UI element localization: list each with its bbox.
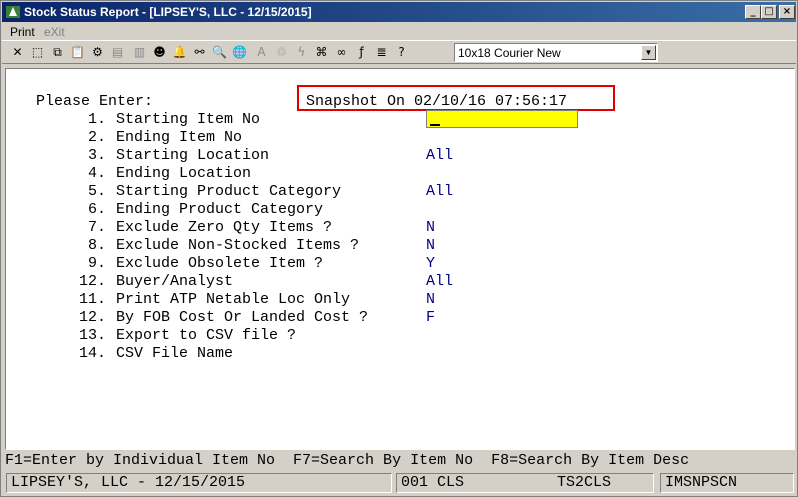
- function-key-hints: F1=Enter by Individual Item No F7=Search…: [5, 452, 690, 469]
- terminal-screen[interactable]: Please Enter: Snapshot On 02/10/16 07:56…: [5, 68, 795, 450]
- status-bar: LIPSEY'S, LLC - 12/15/2015 001 CLS TS2CLS…: [2, 471, 796, 495]
- magnifier-icon[interactable]: 🔍: [210, 43, 229, 62]
- text-cursor: [430, 124, 440, 126]
- form-line-label: Exclude Zero Qty Items ?: [116, 219, 333, 236]
- status-code: 001 CLS: [401, 474, 465, 491]
- form-line-number: 11.: [78, 291, 106, 308]
- bell-icon[interactable]: 🔔: [170, 43, 189, 62]
- help-icon[interactable]: ?: [392, 43, 411, 62]
- form-line-value[interactable]: F: [426, 309, 435, 327]
- form-line-number: 6.: [87, 201, 106, 218]
- form-line-number: 12.: [78, 273, 106, 290]
- paste-icon[interactable]: 📋: [68, 43, 87, 62]
- form-line-number: 3.: [87, 147, 106, 164]
- list-icon[interactable]: ≣: [372, 43, 391, 62]
- form-line-number: 1.: [87, 111, 106, 128]
- form-line-label: Exclude Non-Stocked Items ?: [116, 237, 360, 254]
- close-button[interactable]: ×: [779, 5, 795, 19]
- document-icon[interactable]: ▥: [130, 43, 149, 62]
- form-line-label: Buyer/Analyst: [116, 273, 234, 290]
- select-icon[interactable]: ⬚: [28, 43, 47, 62]
- font-select-value: 10x18 Courier New: [458, 46, 561, 60]
- menu-bar: Print eXit: [2, 23, 796, 41]
- window-title: Stock Status Report - [LIPSEY'S, LLC - 1…: [24, 5, 312, 19]
- globe-icon[interactable]: 🌐: [230, 43, 249, 62]
- form-line-label: Ending Product Category: [116, 201, 324, 218]
- form-line-number: 14.: [78, 345, 106, 362]
- form-line-label: Print ATP Netable Loc Only: [116, 291, 351, 308]
- form-line-number: 7.: [87, 219, 106, 236]
- font-icon[interactable]: A: [252, 43, 271, 62]
- form-line-value[interactable]: Y: [426, 255, 435, 273]
- form-line-value[interactable]: All: [426, 273, 453, 291]
- close-x-icon[interactable]: ✕: [8, 43, 27, 62]
- form-line-label: CSV File Name: [116, 345, 234, 362]
- user-icon[interactable]: ☻: [150, 43, 169, 62]
- form-line-number: 4.: [87, 165, 106, 182]
- form-line-label: Starting Item No: [116, 111, 261, 128]
- settings-icon[interactable]: ⚙: [88, 43, 107, 62]
- snapshot-text: Snapshot On 02/10/16 07:56:17: [306, 93, 568, 110]
- link-icon[interactable]: ∞: [332, 43, 351, 62]
- starting-item-input[interactable]: [426, 110, 578, 128]
- form-line-label: Exclude Obsolete Item ?: [116, 255, 324, 272]
- form-line-number: 13.: [78, 327, 106, 344]
- form-line-number: 9.: [87, 255, 106, 272]
- copy-icon[interactable]: ⧉: [48, 43, 67, 62]
- status-code-server: 001 CLS TS2CLS: [396, 473, 654, 493]
- status-server: TS2CLS: [557, 474, 612, 491]
- chevron-down-icon[interactable]: ▼: [641, 45, 656, 60]
- form-line-value[interactable]: N: [426, 291, 435, 309]
- form-line-value[interactable]: N: [426, 219, 435, 237]
- status-company: LIPSEY'S, LLC - 12/15/2015: [6, 473, 392, 493]
- properties-icon[interactable]: ▤: [108, 43, 127, 62]
- app-icon: [6, 6, 20, 18]
- form-line-value[interactable]: N: [426, 237, 435, 255]
- app-window: Stock Status Report - [LIPSEY'S, LLC - 1…: [0, 0, 798, 497]
- form-line-label: By FOB Cost Or Landed Cost ?: [116, 309, 369, 326]
- form-line-label: Starting Product Category: [116, 183, 342, 200]
- title-bar[interactable]: Stock Status Report - [LIPSEY'S, LLC - 1…: [2, 2, 796, 22]
- lightning-icon[interactable]: ϟ: [292, 43, 311, 62]
- form-line-number: 12.: [78, 309, 106, 326]
- form-line-label: Ending Item No: [116, 129, 243, 146]
- menu-exit[interactable]: eXit: [44, 25, 65, 39]
- recycle-icon[interactable]: ♲: [272, 43, 291, 62]
- status-program: IMSNPSCN: [660, 473, 794, 493]
- maximize-button[interactable]: □: [761, 5, 777, 19]
- form-line-value[interactable]: All: [426, 147, 453, 165]
- form-line-label: Ending Location: [116, 165, 252, 182]
- form-line-number: 5.: [87, 183, 106, 200]
- form-line-value[interactable]: All: [426, 183, 453, 201]
- menu-print[interactable]: Print: [10, 25, 35, 39]
- macro-icon[interactable]: ⌘: [312, 43, 331, 62]
- function-icon[interactable]: ƒ: [352, 43, 371, 62]
- font-select[interactable]: 10x18 Courier New ▼: [454, 43, 658, 62]
- form-line-label: Export to CSV file ?: [116, 327, 297, 344]
- toolbar: ✕ ⬚ ⧉ 📋 ⚙ ▤ ▥ ☻ 🔔 ⚯ 🔍 🌐 A ♲ ϟ ⌘ ∞ ƒ ≣ ? …: [2, 40, 796, 64]
- form-heading: Please Enter:: [36, 93, 154, 110]
- binoculars-icon[interactable]: ⚯: [190, 43, 209, 62]
- form-line-number: 8.: [87, 237, 106, 254]
- minimize-button[interactable]: _: [745, 5, 761, 19]
- form-line-label: Starting Location: [116, 147, 270, 164]
- form-line-number: 2.: [87, 129, 106, 146]
